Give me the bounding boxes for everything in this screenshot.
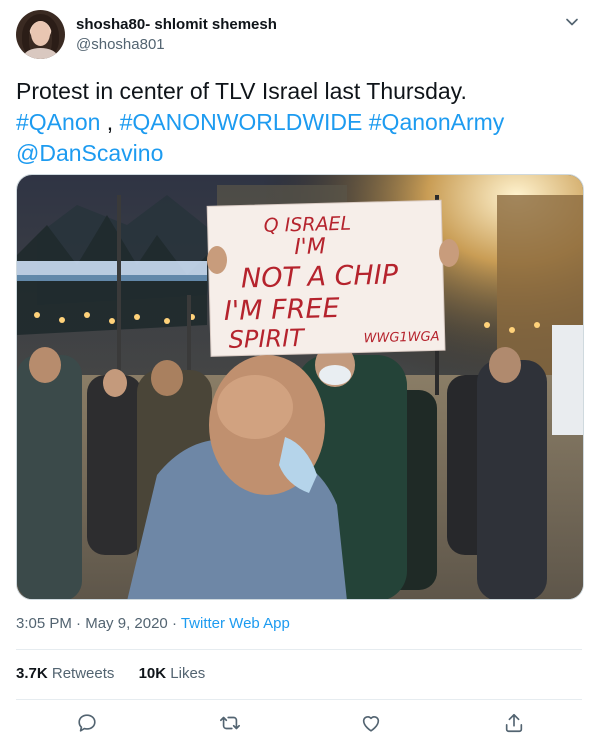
protest-photo: Q ISRAEL I'M NOT A CHIP I'M FREE SPIRIT … xyxy=(17,175,583,599)
likes-count: 10K xyxy=(138,665,167,682)
hashtag-link[interactable]: #QANONWORLDWIDE xyxy=(120,109,363,135)
avatar-shirt xyxy=(24,48,57,59)
tweet-header: shosha80- shlomit shemesh @shosha801 xyxy=(16,10,582,60)
sign-text: WWG1WGA xyxy=(363,329,439,346)
sign-text: Q ISRAEL xyxy=(263,213,351,237)
meta-separator: · xyxy=(167,615,181,632)
sign-text: NOT A CHIP xyxy=(241,259,399,294)
action-bar xyxy=(16,708,582,738)
hashtag-link[interactable]: #QAnon xyxy=(16,109,100,135)
avatar-face xyxy=(31,21,50,46)
tweet-text-line: Protest in center of TLV Israel last Thu… xyxy=(16,78,467,104)
hashtag-line: #QAnon , #QANONWORLDWIDE #QanonArmy xyxy=(16,107,582,138)
user-handle[interactable]: @shosha801 xyxy=(76,35,277,55)
divider xyxy=(16,649,582,650)
engagement-stats: 3.7K Retweets 10K Likes xyxy=(16,664,225,684)
tweet-photo[interactable]: Q ISRAEL I'M NOT A CHIP I'M FREE SPIRIT … xyxy=(16,174,584,600)
tweet-text: Protest in center of TLV Israel last Thu… xyxy=(16,76,582,169)
display-name[interactable]: shosha80- shlomit shemesh xyxy=(76,15,277,35)
sign-text: I'M FREE xyxy=(224,293,340,327)
retweets-stat[interactable]: 3.7K Retweets xyxy=(16,665,114,682)
source-app-link[interactable]: Twitter Web App xyxy=(181,615,290,632)
mention-line: @DanScavino xyxy=(16,138,582,169)
likes-label: Likes xyxy=(170,665,206,682)
retweet-icon[interactable] xyxy=(217,710,243,736)
likes-stat[interactable]: 10K Likes xyxy=(139,665,206,682)
mention-link[interactable]: @DanScavino xyxy=(16,140,163,166)
tweet-timestamp: 3:05 PM · May 9, 2020 · Twitter Web App xyxy=(16,614,290,634)
hashtag-link[interactable]: #QanonArmy xyxy=(369,109,505,135)
tweet-date[interactable]: May 9, 2020 xyxy=(85,615,168,632)
tweet: shosha80- shlomit shemesh @shosha801 Pro… xyxy=(0,0,598,749)
retweets-label: Retweets xyxy=(51,665,115,682)
hashtag-separator: , xyxy=(100,109,114,135)
meta-separator: · xyxy=(71,615,86,632)
author-block[interactable]: shosha80- shlomit shemesh @shosha801 xyxy=(76,15,277,55)
avatar[interactable] xyxy=(16,10,65,59)
share-icon[interactable] xyxy=(501,710,527,736)
divider xyxy=(16,699,582,700)
sign-text: I'M xyxy=(294,234,326,260)
chevron-down-icon[interactable] xyxy=(562,12,582,32)
retweets-count: 3.7K xyxy=(16,665,48,682)
heart-icon[interactable] xyxy=(358,710,384,736)
tweet-time[interactable]: 3:05 PM xyxy=(16,615,72,632)
sign-text: SPIRIT xyxy=(228,324,306,354)
reply-icon[interactable] xyxy=(74,710,100,736)
